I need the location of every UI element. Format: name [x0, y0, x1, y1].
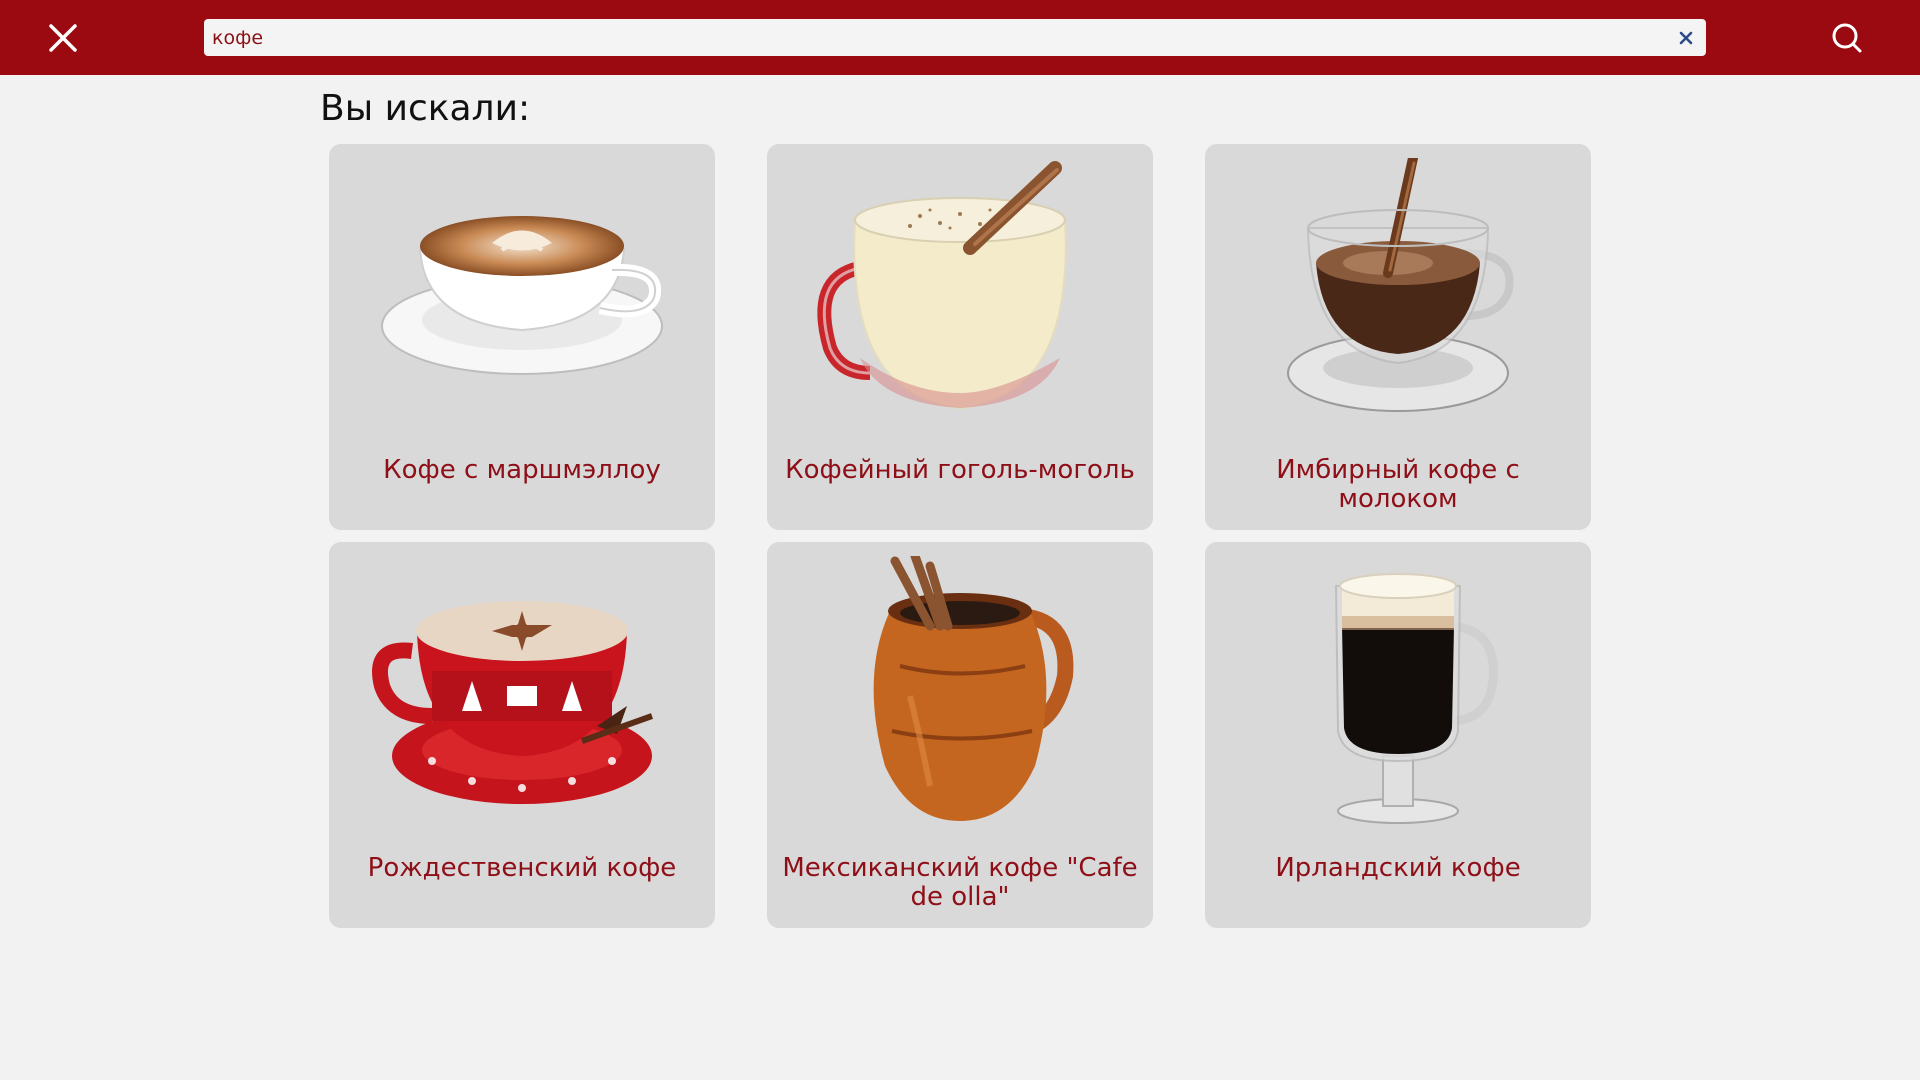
red-christmas-cup-image [362, 556, 682, 826]
result-card-title: Кофе с маршмэллоу [383, 455, 661, 485]
clear-x-icon [1679, 31, 1693, 45]
result-card-title: Ирландский кофе [1275, 853, 1521, 883]
search-button[interactable] [1829, 20, 1865, 56]
search-box [204, 19, 1706, 56]
search-icon [1832, 23, 1862, 53]
result-card[interactable]: Мексиканский кофе "Cafe de olla" [767, 542, 1153, 928]
result-card-title: Рождественский кофе [367, 853, 677, 883]
search-input[interactable] [212, 19, 1652, 56]
close-icon [49, 24, 77, 52]
close-button[interactable] [44, 19, 82, 57]
cappuccino-cup-image [362, 158, 682, 428]
result-card[interactable]: Имбирный кофе с молоком [1205, 144, 1591, 530]
top-bar [0, 0, 1920, 75]
irish-coffee-glass-image [1238, 556, 1558, 826]
clear-search-button[interactable] [1676, 28, 1696, 48]
result-card-title: Кофейный гоголь-моголь [785, 455, 1135, 485]
result-card[interactable]: Ирландский кофе [1205, 542, 1591, 928]
results-title: Вы искали: [320, 88, 531, 129]
result-card-title: Мексиканский кофе "Cafe de olla" [782, 853, 1138, 912]
result-card[interactable]: Рождественский кофе [329, 542, 715, 928]
clay-pot-coffee-image [800, 551, 1120, 826]
results-grid: Кофе с маршмэллоу Кофейный гоголь-моголь [329, 144, 1593, 928]
eggnog-glass-image [800, 158, 1120, 428]
result-card-title: Имбирный кофе с молоком [1276, 455, 1520, 514]
glass-cup-coffee-image [1238, 153, 1558, 428]
result-card[interactable]: Кофе с маршмэллоу [329, 144, 715, 530]
result-card[interactable]: Кофейный гоголь-моголь [767, 144, 1153, 530]
